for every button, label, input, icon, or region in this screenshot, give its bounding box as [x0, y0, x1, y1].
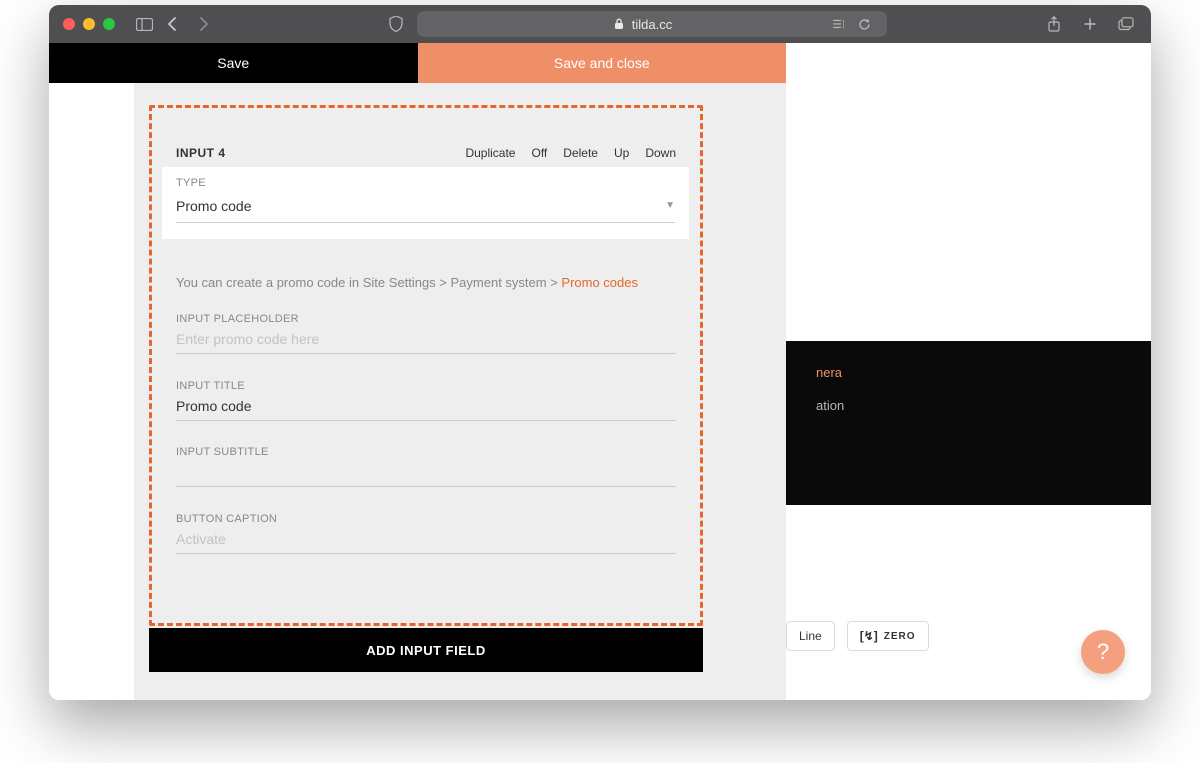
lock-icon [608, 13, 630, 35]
sidebar-toggle-icon[interactable] [133, 13, 155, 35]
button-caption-label: BUTTON CAPTION [176, 513, 676, 525]
preview-line-1: nera [816, 365, 1121, 380]
subtitle-label: INPUT SUBTITLE [176, 446, 676, 458]
type-select[interactable]: Promo code ▼ [176, 189, 675, 223]
save-and-close-button[interactable]: Save and close [418, 43, 787, 83]
input-block-title: INPUT 4 [176, 146, 226, 160]
share-icon[interactable] [1043, 13, 1065, 35]
page-content: Save Save and close INPUT 4 Duplicate Of… [49, 43, 1151, 700]
action-duplicate[interactable]: Duplicate [465, 146, 515, 160]
placeholder-input[interactable] [176, 325, 676, 354]
field-placeholder: INPUT PLACEHOLDER [176, 313, 676, 354]
field-button-caption: BUTTON CAPTION [176, 513, 676, 554]
help-fab[interactable]: ? [1081, 630, 1125, 674]
zero-button[interactable]: [↯] ZERO [847, 621, 929, 651]
action-delete[interactable]: Delete [563, 146, 598, 160]
editor-top-bar: Save Save and close [49, 43, 786, 83]
reader-icon[interactable]: ☰⁞ [832, 18, 845, 31]
action-up[interactable]: Up [614, 146, 629, 160]
chevron-down-icon: ▼ [665, 200, 675, 211]
field-title: INPUT TITLE [176, 380, 676, 421]
browser-window: tilda.cc ☰⁞ Save Save and close [49, 5, 1151, 700]
url-host: tilda.cc [632, 17, 672, 32]
preview-line-2: ation [816, 398, 1121, 413]
nav-arrows [161, 13, 215, 35]
new-tab-icon[interactable] [1079, 13, 1101, 35]
action-off[interactable]: Off [531, 146, 547, 160]
input-block-header: INPUT 4 Duplicate Off Delete Up Down [176, 146, 676, 160]
help-text: You can create a promo code in Site Sett… [176, 275, 676, 290]
address-bar[interactable]: tilda.cc ☰⁞ [417, 11, 887, 37]
type-card: TYPE Promo code ▼ [162, 167, 689, 239]
help-prefix: You can create a promo code in Site Sett… [176, 275, 561, 290]
preview-panel: nera ation [786, 341, 1151, 505]
subtitle-input[interactable] [176, 458, 676, 487]
button-caption-input[interactable] [176, 525, 676, 554]
add-input-field-button[interactable]: ADD INPUT FIELD [149, 628, 703, 672]
titlebar: tilda.cc ☰⁞ [49, 5, 1151, 43]
settings-panel: INPUT 4 Duplicate Off Delete Up Down TYP… [134, 83, 786, 700]
action-down[interactable]: Down [645, 146, 676, 160]
save-button[interactable]: Save [49, 43, 418, 83]
input-block-actions: Duplicate Off Delete Up Down [465, 146, 676, 160]
back-button[interactable] [161, 13, 183, 35]
titlebar-right [1043, 13, 1137, 35]
title-input[interactable] [176, 392, 676, 421]
type-label: TYPE [176, 177, 675, 189]
line-button-label: Line [799, 629, 822, 643]
minimize-window-icon[interactable] [83, 18, 95, 30]
privacy-shield-icon[interactable] [385, 13, 407, 35]
placeholder-label: INPUT PLACEHOLDER [176, 313, 676, 325]
field-subtitle: INPUT SUBTITLE [176, 446, 676, 487]
window-controls [63, 18, 115, 30]
tabs-overview-icon[interactable] [1115, 13, 1137, 35]
reload-icon[interactable] [853, 13, 875, 35]
promo-codes-link[interactable]: Promo codes [561, 275, 638, 290]
fullscreen-window-icon[interactable] [103, 18, 115, 30]
line-button[interactable]: Line [786, 621, 835, 651]
forward-button[interactable] [193, 13, 215, 35]
bolt-icon: [↯] [860, 629, 878, 643]
title-label: INPUT TITLE [176, 380, 676, 392]
close-window-icon[interactable] [63, 18, 75, 30]
type-value: Promo code [176, 198, 251, 214]
zero-button-label: ZERO [884, 631, 916, 642]
footer-buttons: Line [↯] ZERO [786, 621, 929, 651]
